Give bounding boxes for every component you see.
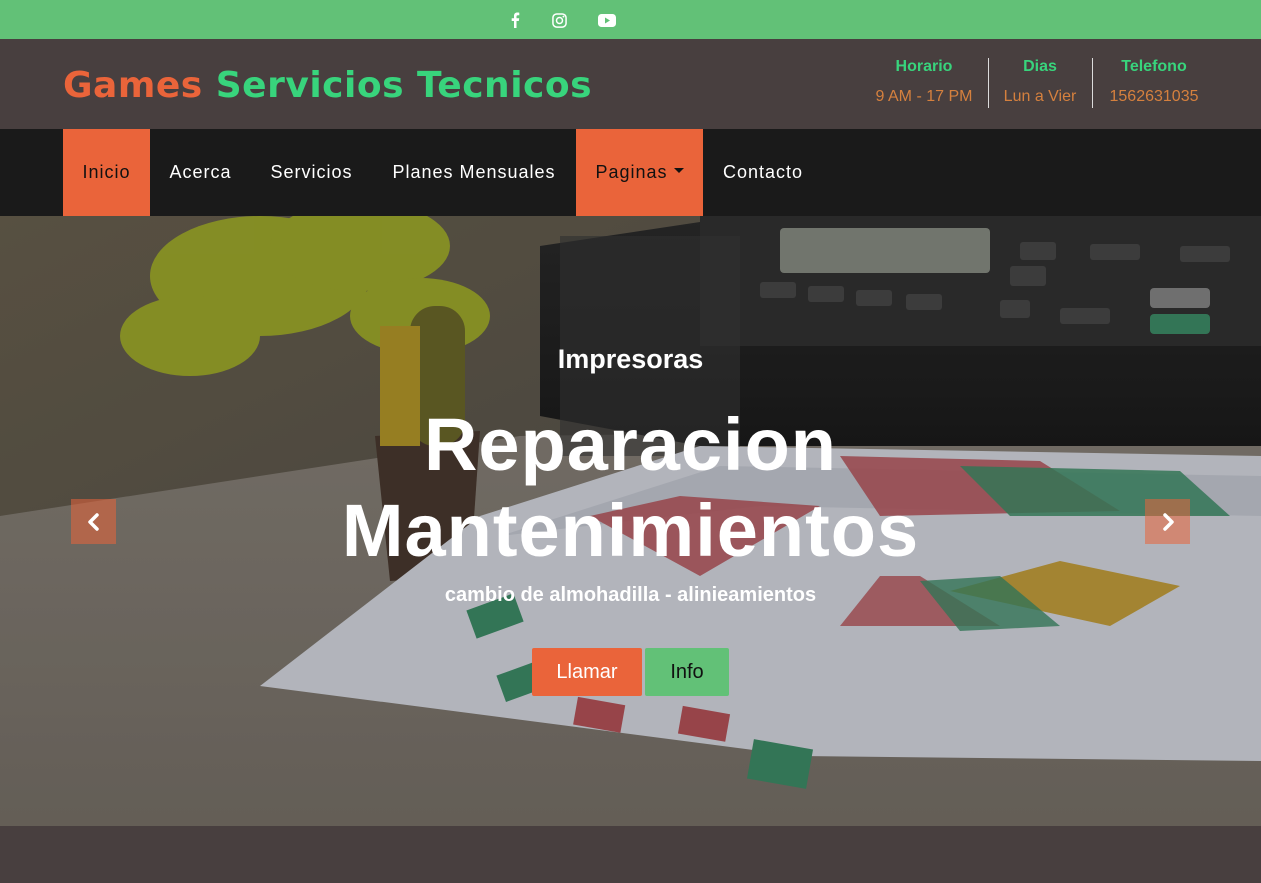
nav-item-label: Inicio — [82, 162, 131, 182]
info-label: Dias — [1023, 58, 1057, 75]
hero-carousel: Impresoras Reparacion Mantenimientos cam… — [0, 216, 1261, 826]
info-button[interactable]: Info — [645, 648, 729, 696]
info-horario: Horario 9 AM - 17 PM — [864, 57, 984, 107]
hero-title-line1: Reparacion — [423, 403, 838, 486]
carousel-next-button[interactable] — [1145, 499, 1190, 544]
info-label: Telefono — [1121, 58, 1187, 75]
info-telefono: Telefono 1562631035 — [1100, 57, 1208, 107]
nav-item-inicio[interactable]: Inicio — [63, 129, 150, 216]
instagram-icon[interactable] — [548, 9, 570, 31]
social-topbar — [0, 0, 1261, 39]
carousel-prev-button[interactable] — [71, 499, 116, 544]
nav-item-planes-mensuales[interactable]: Planes Mensuales — [372, 129, 576, 216]
nav-item-label: Contacto — [722, 162, 804, 182]
main-navbar: Inicio Acerca Servicios Planes Mensuales… — [0, 129, 1261, 216]
info-value: 1562631035 — [1109, 88, 1199, 105]
info-divider — [1092, 58, 1093, 108]
brand-part1: Games — [63, 65, 203, 106]
brand-logo[interactable]: Games Servicios Tecnicos — [63, 65, 592, 107]
chevron-right-icon — [1162, 512, 1174, 531]
chevron-left-icon — [87, 512, 99, 531]
hero-title-line2: Mantenimientos — [341, 489, 920, 572]
info-divider — [988, 58, 989, 108]
hero-description: cambio de almohadilla - alinieamientos — [444, 584, 817, 606]
info-dias: Dias Lun a Vier — [995, 57, 1085, 107]
nav-item-label: Planes Mensuales — [392, 162, 556, 182]
hero-subtitle: Impresoras — [557, 344, 704, 374]
nav-item-paginas-dropdown[interactable]: Paginas — [576, 129, 703, 216]
nav-item-label: Servicios — [270, 162, 353, 182]
nav-item-label: Paginas — [595, 162, 668, 182]
call-button[interactable]: Llamar — [532, 648, 642, 696]
brand-part2: Servicios Tecnicos — [215, 65, 593, 106]
nav-item-contacto[interactable]: Contacto — [703, 129, 823, 216]
site-header: Games Servicios Tecnicos Horario 9 AM - … — [0, 39, 1261, 129]
chevron-down-icon — [673, 168, 684, 173]
nav-item-servicios[interactable]: Servicios — [251, 129, 372, 216]
nav-item-acerca[interactable]: Acerca — [150, 129, 251, 216]
info-label: Horario — [895, 58, 953, 75]
facebook-icon[interactable] — [504, 9, 526, 31]
nav-item-label: Acerca — [169, 162, 232, 182]
youtube-icon[interactable] — [596, 9, 618, 31]
info-value: Lun a Vier — [1003, 88, 1077, 105]
info-value: 9 AM - 17 PM — [875, 88, 973, 105]
